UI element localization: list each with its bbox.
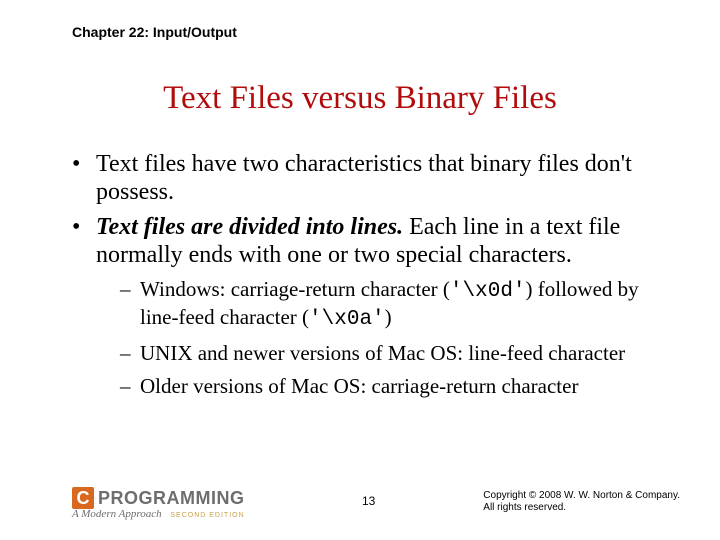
logo-edition: SECOND EDITION [170,512,244,519]
copyright-line1: Copyright © 2008 W. W. Norton & Company. [483,490,680,502]
sub1-a: Windows: carriage-return character ( [140,277,450,301]
logo-subtitle: A Modern Approach SECOND EDITION [72,508,292,520]
copyright-line2: All rights reserved. [483,502,680,514]
bullet-1-text: Text files have two characteristics that… [96,151,632,205]
slide-body: Text files have two characteristics that… [72,150,662,406]
copyright: Copyright © 2008 W. W. Norton & Company.… [483,490,680,514]
logo-c-badge: C [72,487,94,509]
bullet-2-lead: Text files are divided into lines. [96,214,403,240]
page-number: 13 [362,494,375,508]
sub1-code1: '\x0d' [450,280,526,303]
sub2-text: UNIX and newer versions of Mac OS: line-… [140,341,625,365]
sub-bullet-3: Older versions of Mac OS: carriage-retur… [120,374,662,399]
sub1-code2: '\x0a' [309,308,385,331]
logo-text: PROGRAMMING [98,488,245,509]
bullet-1: Text files have two characteristics that… [72,150,662,207]
logo-sub-text: A Modern Approach [72,508,162,520]
sub3-text: Older versions of Mac OS: carriage-retur… [140,374,578,398]
book-logo: C PROGRAMMING A Modern Approach SECOND E… [72,487,292,520]
footer: C PROGRAMMING A Modern Approach SECOND E… [72,480,680,520]
bullet-2: Text files are divided into lines. Each … [72,213,662,399]
slide-title: Text Files versus Binary Files [0,80,720,117]
sub-bullet-1: Windows: carriage-return character ('\x0… [120,277,662,333]
sub-bullet-2: UNIX and newer versions of Mac OS: line-… [120,341,662,366]
sub1-c: ) [385,305,392,329]
chapter-label: Chapter 22: Input/Output [72,24,237,40]
slide: Chapter 22: Input/Output Text Files vers… [0,0,720,540]
